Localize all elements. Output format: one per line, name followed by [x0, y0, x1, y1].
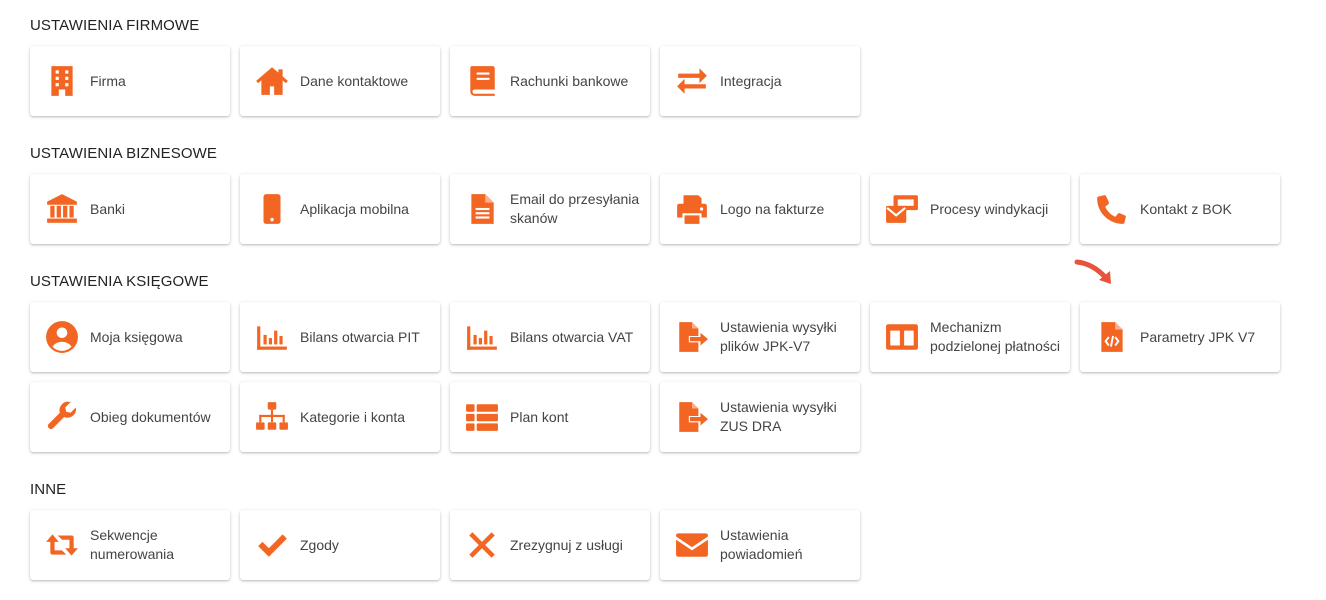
card-kontakt-z-bok[interactable]: Kontakt z BOK — [1080, 174, 1280, 244]
columns-icon — [884, 319, 920, 355]
user-circle-icon — [44, 319, 80, 355]
section-title-ksiegowe: USTAWIENIA KSIĘGOWE — [30, 273, 209, 290]
card-ustawienia-powiadomien[interactable]: Ustawienia powiadomień — [660, 510, 860, 580]
card-rachunki-bankowe[interactable]: Rachunki bankowe — [450, 46, 650, 116]
card-parametry-jpk-v7[interactable]: Parametry JPK V7 — [1080, 302, 1280, 372]
exchange-arrows-icon — [674, 63, 710, 99]
card-logo-na-fakturze[interactable]: Logo na fakturze — [660, 174, 860, 244]
card-label: Logo na fakturze — [720, 200, 825, 217]
card-zgody[interactable]: Zgody — [240, 510, 440, 580]
biznesowe-cards-row: Banki Aplikacja mobilna Email do przesył… — [30, 174, 1280, 244]
book-icon — [464, 63, 500, 99]
check-icon — [254, 527, 290, 563]
card-firma[interactable]: Firma — [30, 46, 230, 116]
card-integracja[interactable]: Integracja — [660, 46, 860, 116]
card-procesy-windykacji[interactable]: Procesy windykacji — [870, 174, 1070, 244]
building-icon — [44, 63, 80, 99]
card-plan-kont[interactable]: Plan kont — [450, 382, 650, 452]
firmowe-cards-row: Firma Dane kontaktowe Rachunki bankowe I… — [30, 46, 860, 116]
card-label: Ustawienia powiadomień — [720, 527, 803, 562]
card-label: Kategorie i konta — [300, 408, 406, 425]
phone-icon — [1094, 191, 1130, 227]
card-label: Bilans otwarcia PIT — [300, 328, 420, 345]
card-label: Zgody — [300, 536, 339, 553]
card-label: Mechanizm podzielonej płatności — [930, 319, 1060, 354]
card-dane-kontaktowe[interactable]: Dane kontaktowe — [240, 46, 440, 116]
bar-chart-icon — [464, 319, 500, 355]
home-icon — [254, 63, 290, 99]
section-title-biznesowe: USTAWIENIA BIZNESOWE — [30, 145, 218, 162]
card-bilans-otwarcia-pit[interactable]: Bilans otwarcia PIT — [240, 302, 440, 372]
pointer-arrow-icon — [1074, 259, 1111, 284]
file-code-icon — [1094, 319, 1130, 355]
card-bilans-otwarcia-vat[interactable]: Bilans otwarcia VAT — [450, 302, 650, 372]
card-label: Integracja — [720, 72, 782, 89]
file-export-icon — [674, 399, 710, 435]
inne-cards-row: Sekwencje numerowania Zgody Zrezygnuj z … — [30, 510, 860, 580]
mobile-icon — [254, 191, 290, 227]
card-label: Rachunki bankowe — [510, 72, 629, 89]
card-label: Banki — [90, 200, 126, 217]
card-aplikacja-mobilna[interactable]: Aplikacja mobilna — [240, 174, 440, 244]
card-mechanizm-podzielonej-platnosci[interactable]: Mechanizm podzielonej płatności — [870, 302, 1070, 372]
card-wysylka-jpk-v7[interactable]: Ustawienia wysyłki plików JPK-V7 — [660, 302, 860, 372]
close-icon — [464, 527, 500, 563]
list-icon — [464, 399, 500, 435]
card-label: Ustawienia wysyłki ZUS DRA — [720, 399, 837, 434]
envelope-icon — [674, 527, 710, 563]
money-envelope-icon — [884, 191, 920, 227]
ksiegowe-cards-row-2: Obieg dokumentów Kategorie i konta Plan … — [30, 382, 860, 452]
card-banki[interactable]: Banki — [30, 174, 230, 244]
card-label: Firma — [90, 72, 126, 89]
bar-chart-icon — [254, 319, 290, 355]
retweet-icon — [44, 527, 80, 563]
card-label: Email do przesyłania skanów — [510, 191, 640, 226]
card-label: Ustawienia wysyłki plików JPK-V7 — [720, 319, 837, 354]
card-email-skanow[interactable]: Email do przesyłania skanów — [450, 174, 650, 244]
card-label: Zrezygnuj z usługi — [510, 536, 623, 553]
document-icon — [464, 191, 500, 227]
file-export-icon — [674, 319, 710, 355]
sitemap-icon — [254, 399, 290, 435]
card-label: Procesy windykacji — [930, 200, 1049, 217]
section-title-firmowe: USTAWIENIA FIRMOWE — [30, 17, 200, 34]
card-label: Sekwencje numerowania — [90, 527, 175, 562]
card-label: Plan kont — [510, 408, 569, 425]
card-wysylka-zus-dra[interactable]: Ustawienia wysyłki ZUS DRA — [660, 382, 860, 452]
card-obieg-dokumentow[interactable]: Obieg dokumentów — [30, 382, 230, 452]
card-label: Dane kontaktowe — [300, 72, 409, 89]
card-sekwencje-numerowania[interactable]: Sekwencje numerowania — [30, 510, 230, 580]
printer-icon — [674, 191, 710, 227]
ksiegowe-cards-row-1: Moja księgowa Bilans otwarcia PIT Bilans… — [30, 302, 1280, 372]
card-label: Aplikacja mobilna — [300, 200, 409, 217]
wrench-icon — [44, 399, 80, 435]
card-zrezygnuj-z-uslugi[interactable]: Zrezygnuj z usługi — [450, 510, 650, 580]
card-label: Parametry JPK V7 — [1140, 328, 1256, 345]
card-kategorie-i-konta[interactable]: Kategorie i konta — [240, 382, 440, 452]
card-label: Bilans otwarcia VAT — [510, 328, 634, 345]
card-label: Kontakt z BOK — [1140, 200, 1232, 217]
card-moja-ksiegowa[interactable]: Moja księgowa — [30, 302, 230, 372]
section-title-inne: INNE — [30, 481, 67, 498]
bank-icon — [44, 191, 80, 227]
card-label: Obieg dokumentów — [90, 408, 211, 425]
card-label: Moja księgowa — [90, 328, 183, 345]
